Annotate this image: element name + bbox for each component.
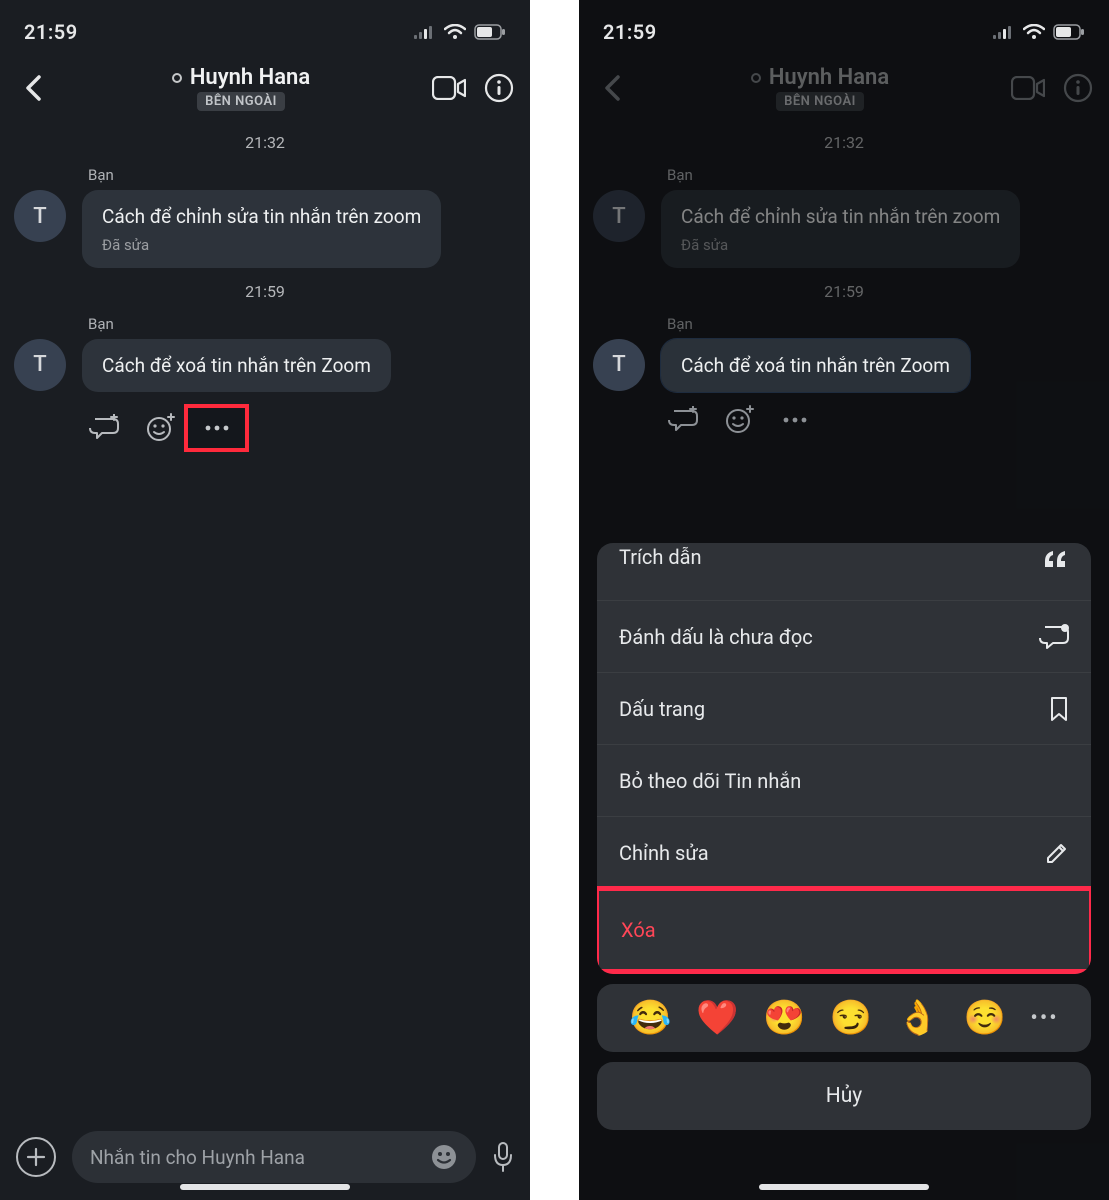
home-indicator[interactable] [759, 1184, 929, 1190]
attach-button[interactable] [16, 1137, 56, 1177]
quote-icon [1043, 549, 1069, 569]
avatar: T [593, 339, 645, 391]
statusbar: 21:59 [579, 0, 1109, 55]
info-button[interactable] [484, 73, 514, 103]
more-icon [204, 424, 230, 432]
avatar[interactable]: T [14, 190, 66, 242]
message-group: Bạn T Cách để xoá tin nhắn trên Zoom [14, 315, 516, 453]
external-badge: BÊN NGOÀI [197, 92, 285, 111]
reaction-emoji[interactable]: 😂 [629, 998, 671, 1038]
statusbar-time: 21:59 [603, 20, 657, 44]
contact-name: Huynh Hana [190, 65, 310, 90]
chat-unread-icon [1039, 623, 1069, 651]
menu-item-edit[interactable]: Chỉnh sửa [597, 817, 1091, 889]
message-actions [88, 404, 516, 452]
mic-button[interactable] [492, 1141, 514, 1173]
bookmark-icon [1049, 696, 1069, 722]
reaction-emoji[interactable]: 😏 [830, 998, 872, 1038]
battery-icon [1053, 24, 1085, 40]
menu-item-quote[interactable]: Trích dẫn [597, 549, 1091, 601]
chat-topbar: Huynh Hana BÊN NGOÀI [0, 55, 530, 121]
reaction-emoji[interactable]: 👌 [897, 998, 939, 1038]
chat-timestamp: 21:59 [14, 282, 516, 301]
action-sheet: Trích dẫn Đánh dấu là chưa đọc Dấu trang… [597, 543, 1091, 1130]
wifi-icon [1023, 24, 1045, 40]
chat-title-block[interactable]: Huynh Hana BÊN NGOÀI [62, 65, 420, 111]
reaction-emoji[interactable]: 😍 [763, 998, 805, 1038]
context-menu: Trích dẫn Đánh dấu là chưa đọc Dấu trang… [597, 543, 1091, 974]
phone-right: 21:59 Huynh Hana BÊN NGOÀI 21:32 [579, 0, 1109, 1200]
signal-icon [414, 25, 436, 39]
avatar[interactable]: T [14, 339, 66, 391]
message-text: Cách để xoá tin nhắn trên Zoom [102, 353, 371, 379]
reply-icon[interactable] [88, 412, 120, 444]
message-actions [667, 404, 1095, 436]
reaction-emoji[interactable]: ☺️ [964, 998, 1006, 1038]
presence-dot [172, 73, 182, 83]
message-input[interactable]: Nhắn tin cho Huynh Hana [72, 1131, 476, 1183]
back-button[interactable] [16, 71, 50, 105]
sender-label: Bạn [88, 315, 516, 333]
menu-item-delete-highlighted: Xóa [597, 886, 1091, 974]
statusbar: 21:59 [0, 0, 530, 55]
message-text: Cách để chỉnh sửa tin nhắn trên zoom [102, 204, 421, 230]
reaction-picker: 😂 ❤️ 😍 😏 👌 ☺️ ••• [597, 984, 1091, 1052]
menu-item-unfollow[interactable]: Bỏ theo dõi Tin nhắn [597, 745, 1091, 817]
sender-label: Bạn [88, 166, 516, 184]
message-bubble[interactable]: Cách để chỉnh sửa tin nhắn trên zoom Đã … [82, 190, 441, 268]
reaction-more[interactable]: ••• [1030, 1006, 1058, 1031]
more-icon[interactable] [779, 404, 811, 436]
edited-label: Đã sửa [102, 236, 421, 254]
chat-area[interactable]: 21:32 Bạn T Cách để chỉnh sửa tin nhắn t… [0, 121, 530, 1100]
pencil-icon [1045, 841, 1069, 865]
statusbar-icons [993, 24, 1085, 40]
statusbar-time: 21:59 [24, 20, 78, 44]
more-button-highlighted[interactable] [184, 404, 249, 452]
message-text: Cách để xoá tin nhắn trên Zoom [681, 353, 950, 379]
battery-icon [474, 24, 506, 40]
message-group: Bạn T Cách để chỉnh sửa tin nhắn trên zo… [14, 166, 516, 268]
reaction-emoji[interactable]: ❤️ [696, 998, 738, 1038]
input-placeholder: Nhắn tin cho Huynh Hana [90, 1146, 416, 1169]
menu-item-bookmark[interactable]: Dấu trang [597, 673, 1091, 745]
emoji-button[interactable] [430, 1143, 458, 1171]
reaction-icon[interactable] [144, 412, 176, 444]
message-bubble[interactable]: Cách để xoá tin nhắn trên Zoom [82, 339, 391, 393]
video-call-button[interactable] [432, 76, 466, 100]
phone-left: 21:59 Huynh Hana BÊN NGOÀI 21:32 [0, 0, 530, 1200]
chat-timestamp: 21:32 [14, 133, 516, 152]
menu-item-mark-unread[interactable]: Đánh dấu là chưa đọc [597, 601, 1091, 673]
menu-item-delete[interactable]: Xóa [599, 891, 1089, 969]
reply-icon[interactable] [667, 404, 699, 436]
cancel-button[interactable]: Hủy [597, 1062, 1091, 1130]
signal-icon [993, 25, 1015, 39]
wifi-icon [444, 24, 466, 40]
statusbar-icons [414, 24, 506, 40]
message-bubble-selected[interactable]: Cách để xoá tin nhắn trên Zoom [661, 339, 970, 393]
reaction-icon[interactable] [723, 404, 755, 436]
home-indicator[interactable] [180, 1184, 350, 1190]
